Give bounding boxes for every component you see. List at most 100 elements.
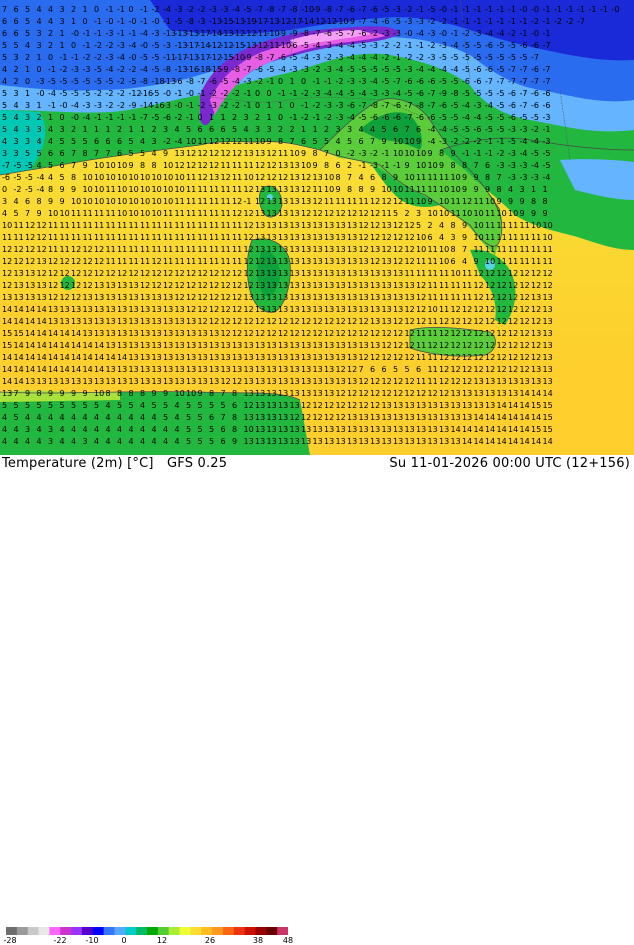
grid-value: 12 (474, 329, 484, 338)
grid-value: 4 (439, 221, 444, 230)
grid-value: 12 (232, 137, 242, 146)
grid-value: 4 (14, 197, 19, 206)
grid-value: -1 (497, 137, 505, 146)
grid-value: 12 (416, 281, 426, 290)
grid-value: 13 (175, 341, 185, 350)
grid-value: -1 (520, 29, 528, 38)
grid-value: 13 (485, 401, 495, 410)
grid-value: -0 (106, 17, 114, 26)
grid-value: 11 (416, 341, 426, 350)
grid-value: -3 (520, 125, 528, 134)
grid-value: 8 (83, 149, 88, 158)
grid-value: 4 (2, 425, 7, 434)
grid-value: 13 (290, 353, 300, 362)
grid-value: 13 (175, 353, 185, 362)
grid-value: -6 (520, 41, 528, 50)
grid-value: -1 (290, 113, 298, 122)
grid-value: 6 (336, 161, 341, 170)
grid-value: 11 (48, 221, 58, 230)
grid-value: 13 (278, 161, 288, 170)
grid-value: 10 (301, 161, 311, 170)
grid-value: 12 (232, 197, 242, 206)
grid-value: 13 (359, 413, 369, 422)
grid-value: 13 (301, 233, 311, 242)
grid-value: 4 (152, 413, 157, 422)
grid-value: -4 (71, 101, 79, 110)
grid-value: -2 (382, 53, 390, 62)
grid-value: 12 (393, 245, 403, 254)
grid-value: -6 (543, 101, 551, 110)
grid-value: 13 (301, 365, 311, 374)
grid-value: 13 (347, 305, 357, 314)
grid-value: -4 (531, 161, 539, 170)
grid-value: -5 (71, 89, 79, 98)
grid-value: 13 (175, 377, 185, 386)
grid-value: 10 (163, 173, 173, 182)
grid-value: -1 (140, 17, 148, 26)
grid-value: 13 (117, 377, 127, 386)
grid-value: 13 (324, 425, 334, 434)
grid-value: 10 (393, 149, 403, 158)
grid-value: 13 (324, 341, 334, 350)
grid-value: 11 (232, 185, 242, 194)
grid-value: 11 (543, 245, 553, 254)
grid-value: 13 (370, 305, 380, 314)
grid-value: 6 (301, 137, 306, 146)
grid-value: 4 (117, 413, 122, 422)
grid-value: 13 (83, 293, 93, 302)
grid-value: 4 (129, 413, 134, 422)
grid-value: 12 (520, 293, 530, 302)
grid-value: 15 (543, 425, 553, 434)
grid-value: -4 (83, 113, 91, 122)
grid-value: -9 (347, 17, 355, 26)
grid-value: -0 (612, 5, 620, 14)
grid-value: -4 (129, 41, 137, 50)
grid-value: 13 (439, 401, 449, 410)
grid-value: 12 (462, 341, 472, 350)
grid-value: 4 (2, 65, 7, 74)
grid-value: 5 (198, 425, 203, 434)
grid-value: 5 (2, 125, 7, 134)
grid-value: 11 (186, 185, 196, 194)
grid-value: 4 (462, 257, 467, 266)
grid-value: 11 (175, 233, 185, 242)
grid-value: -5 (347, 65, 355, 74)
grid-value: 5 (163, 401, 168, 410)
grid-value: 13 (370, 425, 380, 434)
grid-value: 14 (497, 413, 507, 422)
grid-value: 1 (301, 125, 306, 134)
grid-value: 9 (336, 185, 341, 194)
grid-value: -2 (60, 65, 68, 74)
grid-value: 12 (324, 329, 334, 338)
grid-value: -6 (393, 113, 401, 122)
grid-value: 11 (106, 209, 116, 218)
grid-value: 13 (393, 293, 403, 302)
grid-value: 3 (14, 89, 19, 98)
grid-value: -2 (152, 5, 160, 14)
grid-value: 12 (48, 293, 58, 302)
grid-value: 10 (474, 221, 484, 230)
grid-value: 12 (508, 353, 518, 362)
grid-value: 9 (71, 185, 76, 194)
grid-value: 13 (382, 425, 392, 434)
grid-value: -2 (106, 89, 114, 98)
grid-value: -3 (336, 113, 344, 122)
grid-value: 13 (393, 425, 403, 434)
grid-value: 14 (37, 305, 47, 314)
grid-value: 10 (152, 173, 162, 182)
grid-value: 13 (244, 293, 254, 302)
color-swatch (233, 927, 246, 935)
grid-value: 13 (267, 341, 277, 350)
grid-value: 1 (267, 113, 272, 122)
grid-value: 13 (370, 413, 380, 422)
grid-value: 12 (14, 257, 24, 266)
grid-value: 13 (508, 377, 518, 386)
grid-value: 9 (462, 173, 467, 182)
grid-value: 12 (451, 353, 461, 362)
grid-value: 13 (106, 305, 116, 314)
grid-value: 14 (117, 353, 127, 362)
grid-value: 13 (152, 305, 162, 314)
grid-value: 12 (428, 341, 438, 350)
grid-value: 15 (531, 401, 541, 410)
grid-value: 4 (14, 125, 19, 134)
